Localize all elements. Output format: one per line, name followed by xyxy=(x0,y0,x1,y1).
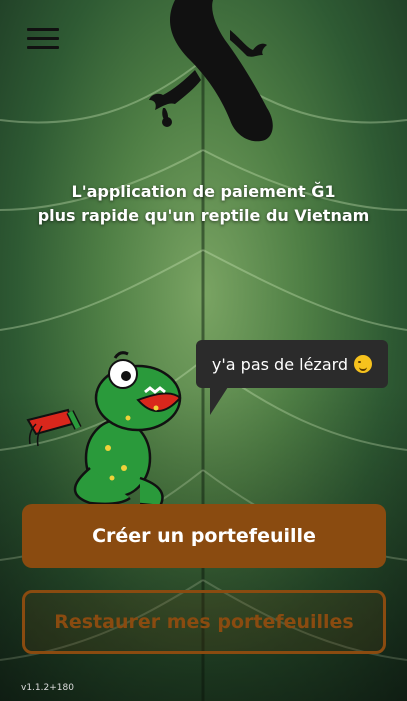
winking-face-icon xyxy=(354,355,373,373)
speech-bubble-tail xyxy=(210,387,228,415)
create-wallet-button[interactable]: Créer un portefeuille xyxy=(22,504,386,568)
app-screen: L'application de paiement Ğ1 plus rapide… xyxy=(0,0,407,701)
speech-bubble: y'a pas de lézard xyxy=(196,340,388,388)
app-version: v1.1.2+180 xyxy=(21,683,74,693)
hamburger-menu-icon[interactable] xyxy=(27,28,59,52)
gecko-silhouette-icon xyxy=(149,0,273,142)
speech-bubble-text: y'a pas de lézard xyxy=(211,354,349,374)
tagline-line-1: L'application de paiement Ğ1 xyxy=(71,182,336,201)
app-tagline: L'application de paiement Ğ1 plus rapide… xyxy=(0,180,407,228)
restore-wallets-button[interactable]: Restaurer mes portefeuilles xyxy=(22,590,386,654)
tagline-line-2: plus rapide qu'un reptile du Vietnam xyxy=(37,206,370,225)
lizard-mascot-icon xyxy=(26,351,182,508)
